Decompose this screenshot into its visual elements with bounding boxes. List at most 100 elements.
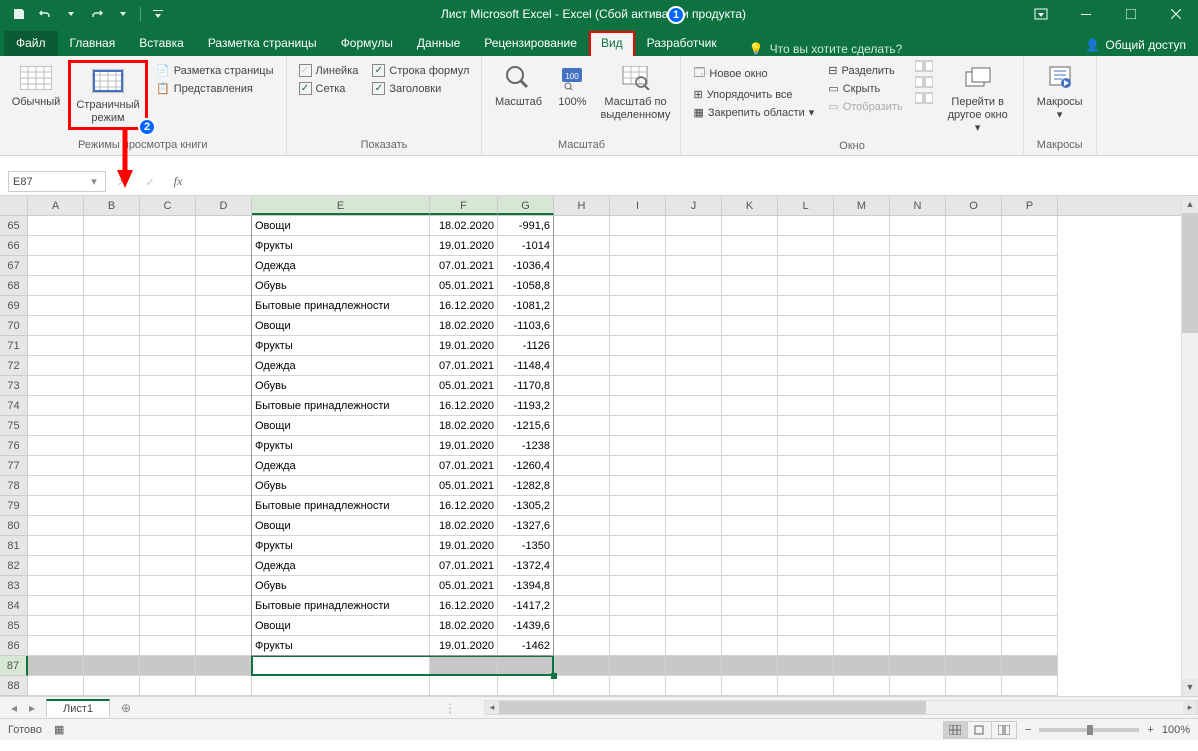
cell[interactable]	[778, 516, 834, 536]
cell[interactable]: Обувь	[252, 276, 430, 296]
col-header-G[interactable]: G	[498, 196, 554, 215]
cell[interactable]	[890, 676, 946, 696]
cell[interactable]	[554, 236, 610, 256]
cell[interactable]	[498, 656, 554, 676]
cell[interactable]: 16.12.2020	[430, 296, 498, 316]
cell[interactable]: 05.01.2021	[430, 476, 498, 496]
cell[interactable]	[84, 416, 140, 436]
cell[interactable]	[1002, 496, 1058, 516]
cell[interactable]	[140, 336, 196, 356]
cell[interactable]: Фрукты	[252, 236, 430, 256]
tab-view[interactable]: Вид	[589, 31, 635, 56]
cell[interactable]: 05.01.2021	[430, 576, 498, 596]
cell[interactable]	[834, 596, 890, 616]
cell[interactable]	[778, 416, 834, 436]
cell[interactable]	[890, 256, 946, 276]
cell[interactable]	[1002, 616, 1058, 636]
horizontal-scrollbar[interactable]: ◂ ▸	[484, 700, 1198, 715]
cell[interactable]	[140, 616, 196, 636]
cell[interactable]	[722, 416, 778, 436]
cell[interactable]: 16.12.2020	[430, 496, 498, 516]
row-header[interactable]: 82	[0, 556, 28, 576]
view-normal[interactable]: Обычный	[6, 60, 66, 111]
cell[interactable]	[140, 236, 196, 256]
cell[interactable]	[610, 396, 666, 416]
cell[interactable]	[554, 476, 610, 496]
cell[interactable]	[196, 596, 252, 616]
cell[interactable]	[554, 656, 610, 676]
cell[interactable]	[946, 276, 1002, 296]
cell[interactable]	[610, 476, 666, 496]
cell[interactable]	[890, 216, 946, 236]
col-header-M[interactable]: M	[834, 196, 890, 215]
view-custom[interactable]: 📋Представления	[152, 80, 278, 97]
cell[interactable]	[722, 256, 778, 276]
cell[interactable]	[722, 556, 778, 576]
cell[interactable]: Бытовые принадлежности	[252, 496, 430, 516]
cell[interactable]: -1462	[498, 636, 554, 656]
cell[interactable]	[1002, 216, 1058, 236]
cell[interactable]	[28, 476, 84, 496]
cell[interactable]: 18.02.2020	[430, 316, 498, 336]
cell[interactable]	[890, 556, 946, 576]
row-header[interactable]: 88	[0, 676, 28, 696]
view-normal-btn[interactable]	[944, 722, 968, 738]
cell[interactable]	[84, 356, 140, 376]
cell[interactable]	[666, 516, 722, 536]
cell[interactable]	[666, 276, 722, 296]
cell[interactable]	[778, 396, 834, 416]
cell[interactable]	[610, 676, 666, 696]
cell[interactable]	[1002, 256, 1058, 276]
cell[interactable]	[890, 376, 946, 396]
cell[interactable]: Овощи	[252, 416, 430, 436]
row-header[interactable]: 74	[0, 396, 28, 416]
cell[interactable]: Фрукты	[252, 636, 430, 656]
cell[interactable]	[890, 596, 946, 616]
zoom-selection[interactable]: Масштаб по выделенному	[596, 60, 674, 124]
cell[interactable]	[84, 656, 140, 676]
cell[interactable]	[28, 356, 84, 376]
cell[interactable]: 05.01.2021	[430, 276, 498, 296]
cell[interactable]: -1126	[498, 336, 554, 356]
cell[interactable]	[84, 596, 140, 616]
cell[interactable]	[722, 236, 778, 256]
col-header-E[interactable]: E	[252, 196, 430, 215]
cell[interactable]: 07.01.2021	[430, 556, 498, 576]
cell[interactable]	[778, 636, 834, 656]
cell[interactable]	[666, 416, 722, 436]
check-formulabar[interactable]: ✓Строка формул	[368, 62, 473, 79]
col-header-B[interactable]: B	[84, 196, 140, 215]
qat-redo-dd[interactable]	[112, 3, 134, 25]
cell[interactable]	[84, 316, 140, 336]
zoom-in[interactable]: +	[1147, 724, 1153, 736]
new-window[interactable]: 🗔Новое окно	[689, 62, 818, 85]
cell[interactable]	[84, 376, 140, 396]
row-header[interactable]: 68	[0, 276, 28, 296]
cell[interactable]	[28, 316, 84, 336]
zoom-100[interactable]: 100 100%	[550, 60, 594, 111]
zoom-slider[interactable]	[1039, 728, 1139, 732]
cell[interactable]	[890, 276, 946, 296]
cell[interactable]	[554, 416, 610, 436]
cell[interactable]	[1002, 236, 1058, 256]
cell[interactable]	[946, 316, 1002, 336]
cell[interactable]	[666, 456, 722, 476]
cell[interactable]	[1002, 656, 1058, 676]
cell[interactable]	[834, 376, 890, 396]
cell[interactable]	[196, 516, 252, 536]
cell[interactable]	[1002, 676, 1058, 696]
hscroll-thumb[interactable]	[499, 701, 926, 714]
cell[interactable]	[778, 356, 834, 376]
cell[interactable]: -1215,6	[498, 416, 554, 436]
tell-me[interactable]: 💡 Что вы хотите сделать?	[729, 42, 1074, 56]
cell[interactable]	[610, 256, 666, 276]
qat-undo[interactable]	[34, 3, 56, 25]
cell[interactable]	[610, 456, 666, 476]
scroll-thumb[interactable]	[1182, 213, 1198, 333]
cell[interactable]: -1036,4	[498, 256, 554, 276]
view-pagebreak-btn[interactable]	[992, 722, 1016, 738]
cell[interactable]	[722, 356, 778, 376]
cell[interactable]	[252, 676, 430, 696]
cell[interactable]	[28, 296, 84, 316]
cell[interactable]	[140, 416, 196, 436]
